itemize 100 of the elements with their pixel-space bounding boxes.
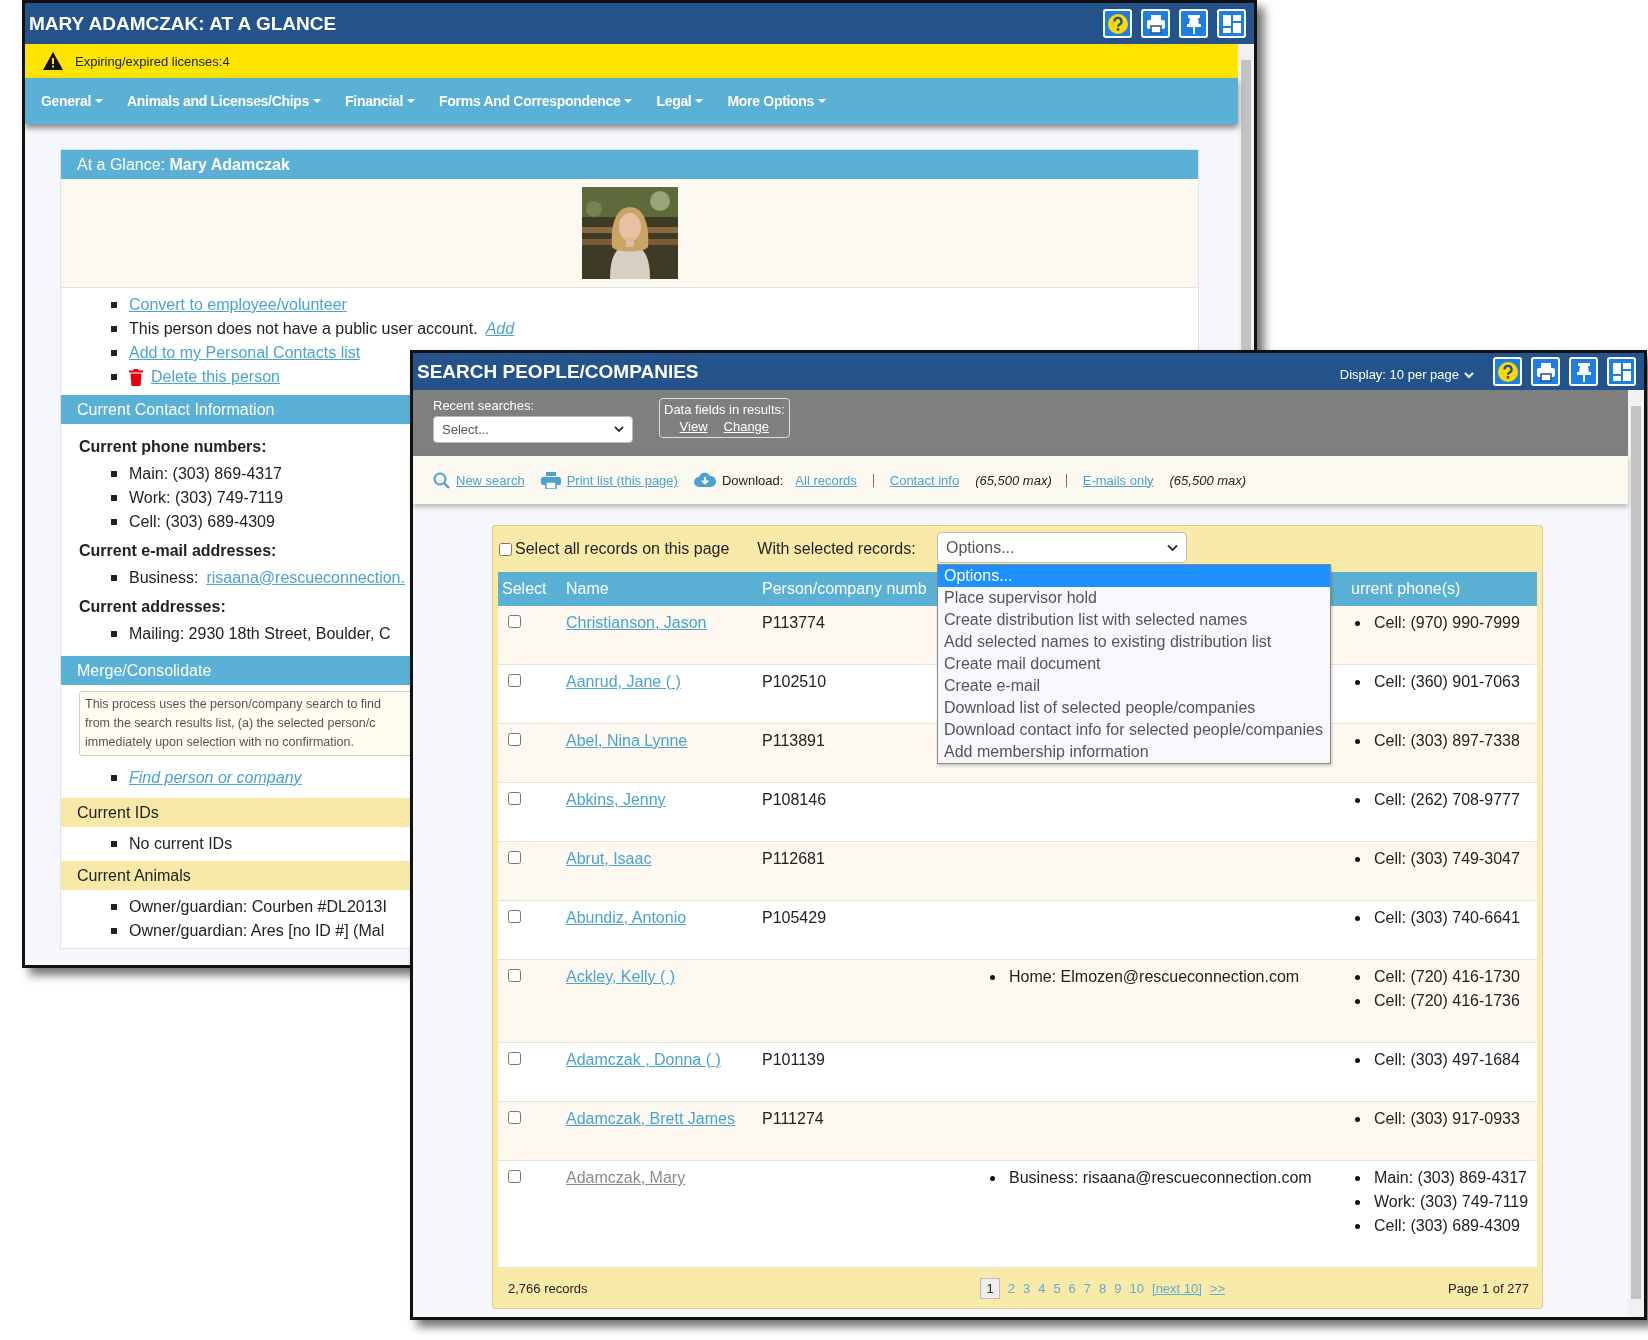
group-heading: Current addresses:: [79, 598, 226, 616]
page-link[interactable]: 3: [1022, 1280, 1031, 1296]
row-checkbox[interactable]: [508, 615, 521, 628]
scrollbar[interactable]: [1628, 390, 1644, 1317]
bullet-icon: [990, 1175, 995, 1181]
menu-item[interactable]: General: [41, 93, 104, 109]
menu-item[interactable]: More Options: [727, 93, 827, 109]
bulk-action-select[interactable]: Options...: [937, 532, 1187, 563]
download-link[interactable]: E-mails only: [1082, 472, 1154, 488]
trash-icon: [129, 368, 143, 386]
menu-item[interactable]: Forms And Correspondence: [439, 93, 633, 109]
bullet-icon: [1355, 797, 1360, 803]
pin-button[interactable]: [1569, 357, 1598, 386]
name-link[interactable]: Christianson, Jason: [566, 614, 707, 631]
phone-text: Cell: (303) 917-0933: [1374, 1109, 1520, 1129]
dropdown-option[interactable]: Place supervisor hold: [938, 587, 1330, 609]
add-link[interactable]: Add: [485, 320, 515, 338]
bullet-icon: [1355, 620, 1360, 626]
name-link[interactable]: Adamczak, Mary: [566, 1169, 686, 1186]
help-button[interactable]: [1493, 357, 1522, 386]
page-info: Page 1 of 277: [1448, 1280, 1529, 1296]
row-checkbox[interactable]: [508, 792, 521, 805]
page-link[interactable]: 10: [1129, 1280, 1144, 1296]
layout-icon: [1610, 360, 1633, 383]
page-link[interactable]: 1: [980, 1277, 1000, 1299]
row-checkbox[interactable]: [508, 674, 521, 687]
row-checkbox[interactable]: [508, 910, 521, 923]
delete-link[interactable]: Delete this person: [151, 368, 280, 386]
account-note: This person does not have a public user account.: [129, 320, 478, 338]
find-link[interactable]: Find person or company: [129, 769, 302, 787]
bullet-icon: [111, 775, 117, 781]
row-checkbox[interactable]: [508, 969, 521, 982]
bullet-icon: [1355, 915, 1360, 921]
action-link[interactable]: Convert to employee/volunteer: [129, 296, 347, 314]
page-link[interactable]: 8: [1099, 1280, 1107, 1296]
help-button[interactable]: [1103, 9, 1132, 38]
menu-item[interactable]: Legal: [656, 93, 704, 109]
download-link[interactable]: All records: [795, 472, 857, 488]
row-checkbox[interactable]: [508, 1111, 521, 1124]
recent-searches-select[interactable]: Select...: [433, 416, 633, 443]
print-button[interactable]: [1141, 9, 1170, 38]
record-count: 2,766 records: [508, 1280, 588, 1296]
menu-item[interactable]: Financial: [345, 93, 416, 109]
print-button[interactable]: [1531, 357, 1560, 386]
select-all-label: Select all records on this page: [515, 540, 730, 558]
email-text: Business: risaana@rescueconnection.com: [1009, 1168, 1312, 1188]
email-link[interactable]: risaana@rescueconnection.: [206, 569, 405, 587]
page-link[interactable]: 9: [1114, 1280, 1122, 1296]
bullet-icon: [111, 841, 117, 847]
table-cell: P101139: [762, 1051, 825, 1068]
name-link[interactable]: Abel, Nina Lynne: [566, 732, 688, 749]
row-checkbox[interactable]: [508, 1170, 521, 1183]
alert-text: Expiring/expired licenses:4: [75, 53, 230, 69]
dropdown-option[interactable]: Create distribution list with selected names: [938, 609, 1330, 631]
chevron-icon: [1167, 543, 1178, 552]
page-link[interactable]: 6: [1068, 1280, 1076, 1296]
page-link[interactable]: 4: [1038, 1280, 1046, 1296]
bullet-icon: [1355, 738, 1360, 744]
window-title: MARY ADAMCZAK: AT A GLANCE: [29, 12, 337, 35]
row-checkbox[interactable]: [508, 1052, 521, 1065]
name-link[interactable]: Adamczak , Donna ( ): [566, 1051, 721, 1068]
table-cell: P111274: [762, 1110, 824, 1127]
layout-button[interactable]: [1607, 357, 1636, 386]
dropdown-option[interactable]: Options...: [938, 565, 1330, 587]
bullet-icon: [111, 350, 117, 356]
name-link[interactable]: Ackley, Kelly ( ): [566, 968, 676, 985]
name-link[interactable]: Adamczak, Brett James: [566, 1110, 735, 1127]
download-link[interactable]: Contact info: [889, 472, 960, 488]
dropdown-option[interactable]: Add selected names to existing distribution list: [938, 631, 1330, 653]
name-link[interactable]: Abundiz, Antonio: [566, 909, 687, 926]
row-checkbox[interactable]: [508, 851, 521, 864]
next-pages-link[interactable]: [next 10]: [1152, 1280, 1202, 1296]
phone-text: Cell: (262) 708-9777: [1374, 790, 1520, 810]
page-link[interactable]: 5: [1053, 1280, 1061, 1296]
download-label: Download:: [721, 472, 784, 488]
pin-button[interactable]: [1179, 9, 1208, 38]
chevron-icon: [614, 426, 624, 433]
field-label: Data fields in results:: [664, 402, 785, 417]
contact-detail: Cell: (303) 689-4309: [129, 513, 275, 531]
row-checkbox[interactable]: [508, 733, 521, 746]
toolbar-link[interactable]: Print list (this page): [566, 472, 678, 488]
page-link[interactable]: 7: [1083, 1280, 1092, 1296]
list-item: No current IDs: [129, 835, 233, 853]
phone-text: Cell: (720) 416-1736: [1374, 991, 1520, 1011]
bullet-icon: [111, 374, 117, 380]
list-item: Owner/guardian: Ares [no ID #] (Mal: [129, 922, 385, 940]
table-cell: P113891: [762, 732, 825, 749]
printer-icon: [1144, 12, 1167, 35]
layout-button[interactable]: [1217, 9, 1246, 38]
search-icon: [433, 471, 450, 489]
bullet-icon: [990, 974, 995, 980]
action-link[interactable]: Add to my Personal Contacts list: [129, 344, 361, 362]
menu-item[interactable]: Animals and Licenses/Chips: [127, 93, 322, 109]
bullet-icon: [111, 302, 117, 308]
page-link[interactable]: 2: [1007, 1280, 1015, 1296]
last-page-link[interactable]: >>: [1209, 1280, 1226, 1296]
list-item: Owner/guardian: Courben #DL2013I: [129, 898, 387, 916]
display-dropdown[interactable]: Display: 10 per page: [1339, 367, 1474, 382]
toolbar-link[interactable]: New search: [456, 472, 525, 488]
select-all-checkbox[interactable]: [499, 542, 512, 556]
